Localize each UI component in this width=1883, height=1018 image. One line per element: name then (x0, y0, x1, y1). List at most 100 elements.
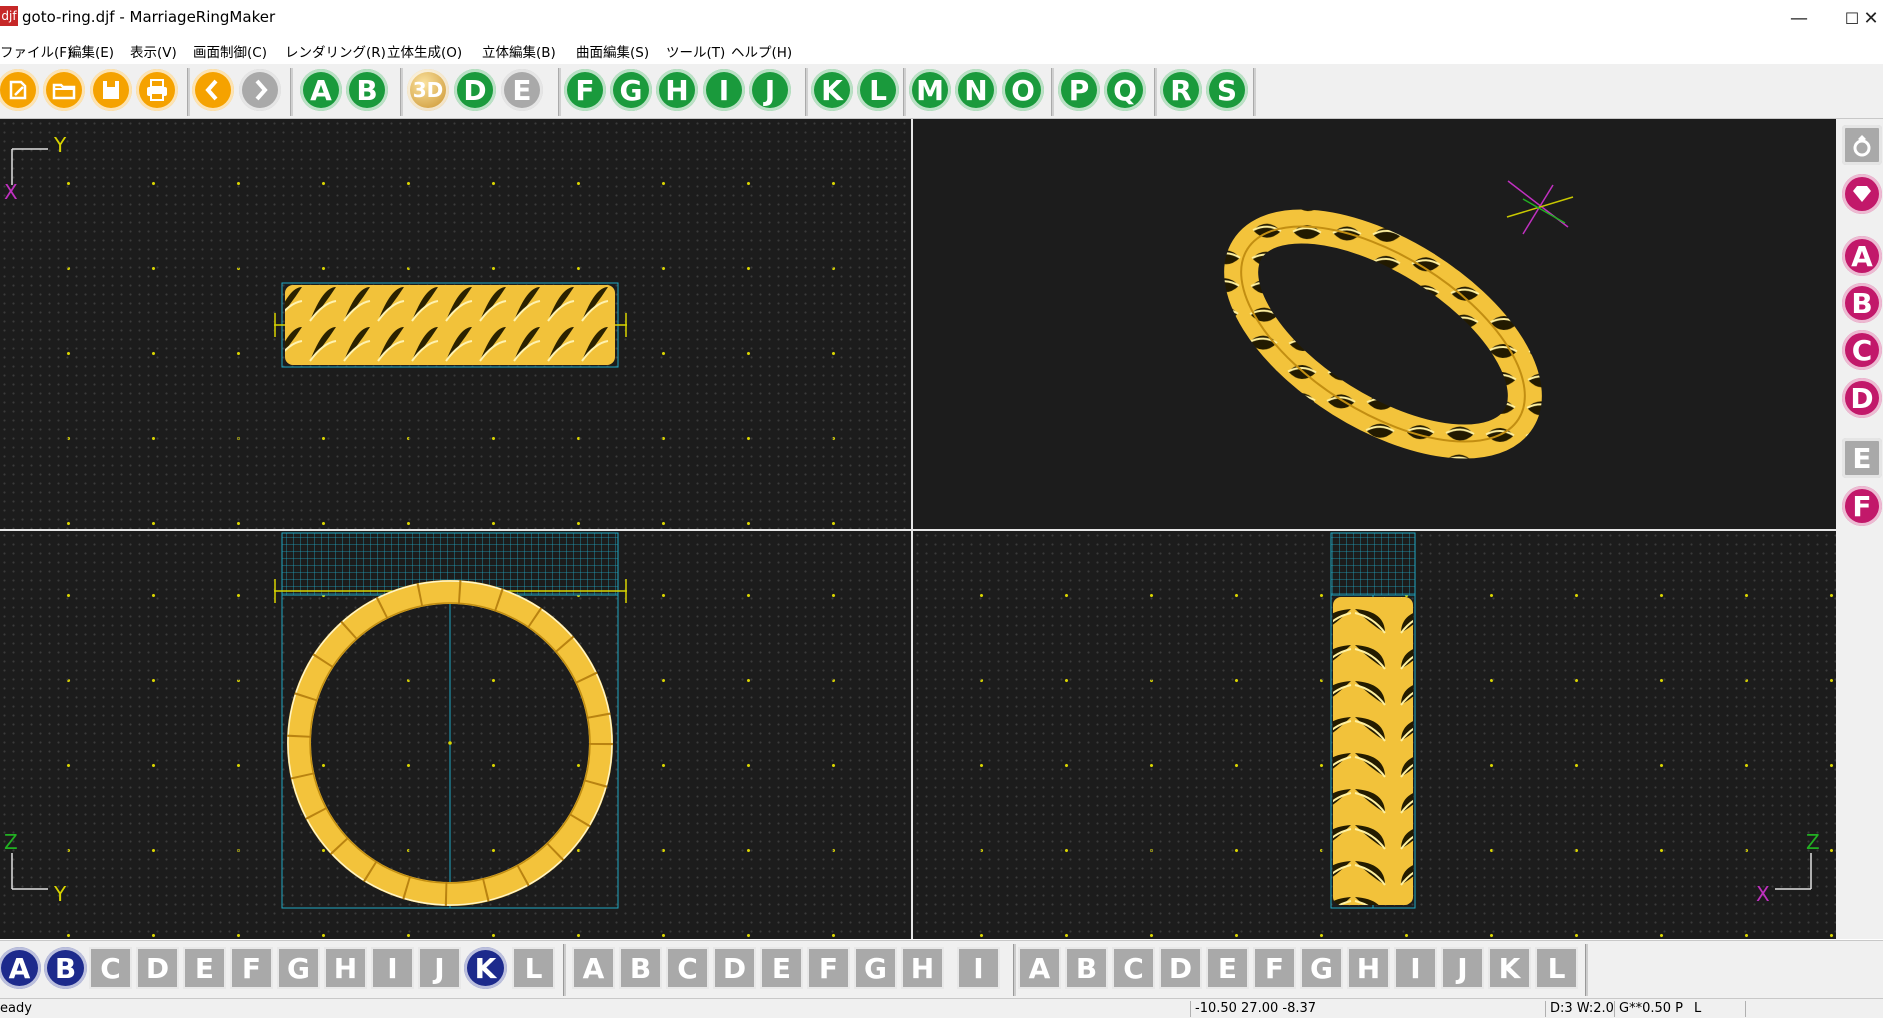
bottom-button-h[interactable]: H (1347, 947, 1390, 989)
sidebar-button-d[interactable]: D (1842, 378, 1882, 418)
axis-line (1506, 196, 1574, 218)
toolbar-button-k[interactable]: K (811, 69, 853, 111)
toolbar-separator (1154, 68, 1157, 116)
bottom-button-g[interactable]: G (854, 947, 897, 989)
viewport-front[interactable]: Z Y (0, 531, 911, 939)
close-button[interactable]: ✕ (1859, 0, 1883, 38)
bottom-button-d[interactable]: D (1159, 947, 1202, 989)
minimize-button[interactable]: — (1776, 0, 1822, 38)
viewport-side[interactable]: Z X (913, 531, 1836, 939)
ring-model-side[interactable] (1333, 597, 1413, 905)
sidebar-button-e[interactable]: E (1842, 438, 1882, 478)
axis-line (1522, 184, 1554, 235)
bottom-button-c[interactable]: C (1112, 947, 1155, 989)
viewport-splitter-horizontal[interactable] (0, 529, 1836, 531)
bottom-button-a[interactable]: A (0, 947, 41, 989)
bottom-button-i[interactable]: I (957, 947, 1000, 989)
title-bar: djf goto-ring.djf - MarriageRingMaker — … (0, 0, 1883, 38)
bottom-button-j[interactable]: J (1441, 947, 1484, 989)
bottom-button-f[interactable]: F (230, 947, 273, 989)
menu-file[interactable]: ファイル(F) (0, 41, 72, 61)
sidebar-button-b[interactable]: B (1842, 283, 1882, 323)
bottom-button-i[interactable]: I (1394, 947, 1437, 989)
bottom-button-g[interactable]: G (1300, 947, 1343, 989)
toolbar-separator (400, 68, 403, 116)
status-params: G**0.50 P (1614, 1001, 1683, 1017)
sidebar-button-a[interactable]: A (1842, 236, 1882, 276)
viewport-perspective[interactable] (913, 119, 1836, 529)
toolbar-button-s[interactable]: S (1206, 69, 1248, 111)
viewport-top[interactable]: Y X (0, 119, 911, 529)
toolbar-button-e[interactable]: E (501, 69, 543, 111)
bottom-button-b[interactable]: B (1065, 947, 1108, 989)
open-folder-icon[interactable] (43, 69, 85, 111)
sidebar-button-c[interactable]: C (1842, 330, 1882, 370)
bottom-button-k[interactable]: K (1488, 947, 1531, 989)
menu-view[interactable]: 表示(V) (130, 41, 177, 61)
toolbar-button-f[interactable]: F (564, 69, 606, 111)
bottom-button-d[interactable]: D (713, 947, 756, 989)
toolbar-button-d[interactable]: D (454, 69, 496, 111)
toolbar-button-l[interactable]: L (857, 69, 899, 111)
bottom-button-f[interactable]: F (807, 947, 850, 989)
axis-z-label: Z (4, 830, 18, 854)
toolbar-button-h[interactable]: H (656, 69, 698, 111)
menu-help[interactable]: ヘルプ(H) (731, 41, 792, 61)
menu-bar: ファイル(F) 編集(E) 表示(V) 画面制御(C) レンダリング(R) 立体… (0, 38, 1883, 65)
gem-icon[interactable] (1842, 174, 1882, 214)
status-mode: L (1694, 1001, 1702, 1016)
back-arrow-icon[interactable] (192, 69, 234, 111)
bottom-button-b[interactable]: B (44, 947, 87, 989)
toolbar-button-g[interactable]: G (610, 69, 652, 111)
ring-model-top[interactable] (285, 285, 615, 365)
menu-tools[interactable]: ツール(T) (666, 41, 725, 61)
sidebar-button-f[interactable]: F (1842, 486, 1882, 526)
bottom-button-d[interactable]: D (136, 947, 179, 989)
toolbar-button-b[interactable]: B (346, 69, 388, 111)
toolbar-button-r[interactable]: R (1160, 69, 1202, 111)
bottom-button-l[interactable]: L (1535, 947, 1578, 989)
ring-model-3d[interactable] (1206, 183, 1560, 485)
bottom-button-a[interactable]: A (1018, 947, 1061, 989)
bottom-button-h[interactable]: H (324, 947, 367, 989)
toolbar-button-n[interactable]: N (955, 69, 997, 111)
axis-x-label: X (1756, 882, 1770, 906)
bottom-button-a[interactable]: A (572, 947, 615, 989)
bottom-button-g[interactable]: G (277, 947, 320, 989)
status-empty-cell (1745, 1001, 1880, 1017)
bottom-button-e[interactable]: E (1206, 947, 1249, 989)
print-icon[interactable] (136, 69, 178, 111)
app-icon: djf (0, 6, 18, 26)
bottom-button-j[interactable]: J (418, 947, 461, 989)
bottom-button-e[interactable]: E (760, 947, 803, 989)
bottom-button-i[interactable]: I (371, 947, 414, 989)
bottom-button-l[interactable]: L (512, 947, 555, 989)
forward-arrow-icon[interactable] (239, 69, 281, 111)
toolbar-button-j[interactable]: J (749, 69, 791, 111)
ring-icon[interactable] (1842, 125, 1882, 165)
window-title: goto-ring.djf - MarriageRingMaker (22, 8, 276, 26)
toolbar-button-a[interactable]: A (300, 69, 342, 111)
toolbar-button-i[interactable]: I (703, 69, 745, 111)
menu-surface-edit[interactable]: 曲面編集(S) (576, 41, 649, 61)
toolbar-separator (1253, 68, 1256, 116)
render-3d-button[interactable]: 3D (407, 69, 449, 111)
bottom-button-h[interactable]: H (901, 947, 944, 989)
toolbar-button-p[interactable]: P (1058, 69, 1100, 111)
bottom-button-b[interactable]: B (619, 947, 662, 989)
toolbar-button-q[interactable]: Q (1104, 69, 1146, 111)
menu-rendering[interactable]: レンダリング(R) (285, 41, 386, 61)
bottom-button-e[interactable]: E (183, 947, 226, 989)
menu-screen-control[interactable]: 画面制御(C) (193, 41, 267, 61)
bottom-button-c[interactable]: C (666, 947, 709, 989)
bottom-button-k[interactable]: K (464, 947, 507, 989)
toolbar-button-m[interactable]: M (909, 69, 951, 111)
menu-solid-create[interactable]: 立体生成(O) (387, 41, 462, 61)
bottom-button-f[interactable]: F (1253, 947, 1296, 989)
menu-solid-edit[interactable]: 立体編集(B) (482, 41, 556, 61)
save-icon[interactable] (90, 69, 132, 111)
toolbar-button-o[interactable]: O (1002, 69, 1044, 111)
bottom-button-c[interactable]: C (89, 947, 132, 989)
status-ready: eady (0, 1001, 32, 1016)
menu-edit[interactable]: 編集(E) (68, 41, 114, 61)
